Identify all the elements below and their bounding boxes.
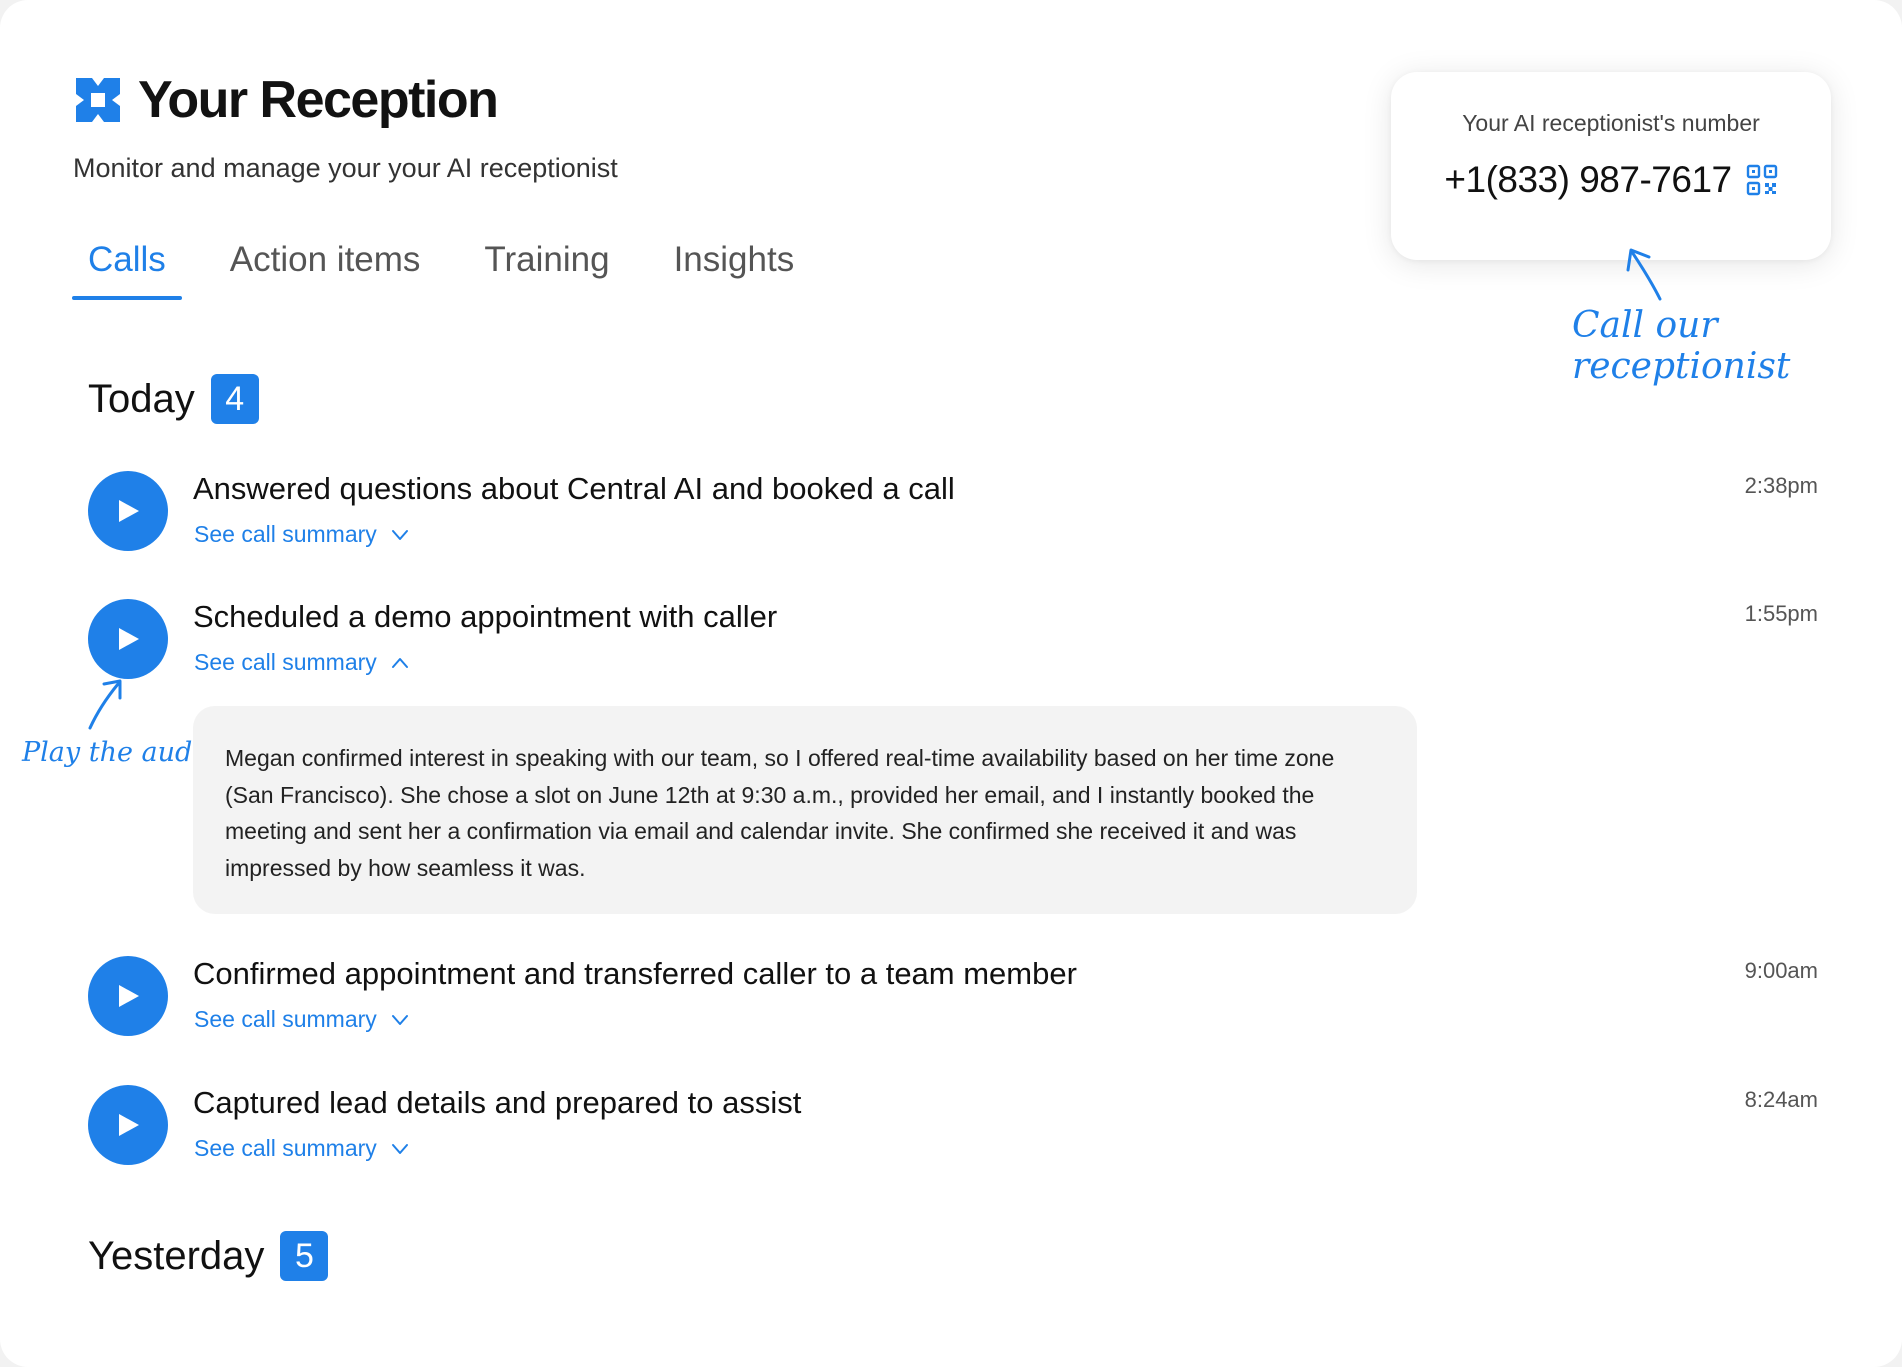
section-title: Today	[88, 376, 195, 421]
chevron-down-icon	[391, 1014, 408, 1025]
count-badge: 4	[210, 374, 259, 424]
call-title: Captured lead details and prepared to as…	[193, 1085, 802, 1120]
see-summary-label: See call summary	[194, 649, 377, 675]
play-icon	[119, 500, 139, 522]
play-button[interactable]	[88, 599, 168, 679]
call-title: Answered questions about Central AI and …	[193, 471, 955, 506]
play-button[interactable]	[88, 956, 168, 1036]
tab-insights[interactable]: Insights	[658, 240, 811, 296]
tab-training[interactable]: Training	[468, 240, 625, 296]
play-annotation: Play the audio	[22, 737, 218, 768]
see-summary-link[interactable]: See call summary	[194, 649, 409, 676]
chevron-up-icon	[391, 657, 408, 668]
play-arrow-icon	[88, 679, 122, 730]
call-title: Confirmed appointment and transferred ca…	[193, 956, 1077, 991]
header: Your Reception	[72, 70, 499, 130]
see-summary-link[interactable]: See call summary	[194, 1135, 409, 1162]
see-summary-label: See call summary	[194, 1006, 377, 1032]
chevron-down-icon	[391, 1143, 408, 1154]
tab-action-items[interactable]: Action items	[214, 240, 437, 296]
tab-bar: Calls Action items Training Insights	[72, 240, 842, 300]
see-summary-label: See call summary	[194, 1135, 377, 1161]
number-label: Your AI receptionist's number	[1462, 110, 1760, 136]
section-title: Yesterday	[88, 1233, 265, 1278]
see-summary-label: See call summary	[194, 521, 377, 547]
section-today: Today 4	[88, 374, 259, 424]
call-time: 1:55pm	[1744, 601, 1818, 626]
call-annotation: Call our receptionist	[1572, 305, 1791, 387]
page-title: Your Reception	[138, 71, 499, 129]
call-arrow-icon	[1626, 248, 1662, 301]
logo-icon	[72, 74, 124, 126]
call-title: Scheduled a demo appointment with caller	[193, 599, 778, 634]
see-summary-link[interactable]: See call summary	[194, 521, 409, 548]
play-icon	[119, 628, 139, 650]
play-icon	[119, 985, 139, 1007]
number-row: +1(833) 987-7617	[1391, 159, 1831, 201]
call-summary-panel: Megan confirmed interest in speaking wit…	[193, 706, 1417, 914]
receptionist-number-card: Your AI receptionist's number +1(833) 98…	[1391, 72, 1831, 260]
qr-code-icon[interactable]	[1746, 164, 1778, 196]
play-icon	[119, 1114, 139, 1136]
call-time: 2:38pm	[1744, 473, 1818, 498]
call-time: 8:24am	[1744, 1087, 1818, 1112]
play-button[interactable]	[88, 471, 168, 551]
phone-number[interactable]: +1(833) 987-7617	[1444, 159, 1732, 201]
tab-calls[interactable]: Calls	[72, 240, 182, 300]
chevron-down-icon	[391, 529, 408, 540]
play-button[interactable]	[88, 1085, 168, 1165]
section-yesterday: Yesterday 5	[88, 1231, 329, 1281]
reception-card: Your Reception Monitor and manage your y…	[0, 0, 1902, 1367]
call-time: 9:00am	[1744, 958, 1818, 983]
count-badge: 5	[280, 1231, 329, 1281]
see-summary-link[interactable]: See call summary	[194, 1006, 409, 1033]
page-subtitle: Monitor and manage your your AI receptio…	[73, 153, 618, 183]
